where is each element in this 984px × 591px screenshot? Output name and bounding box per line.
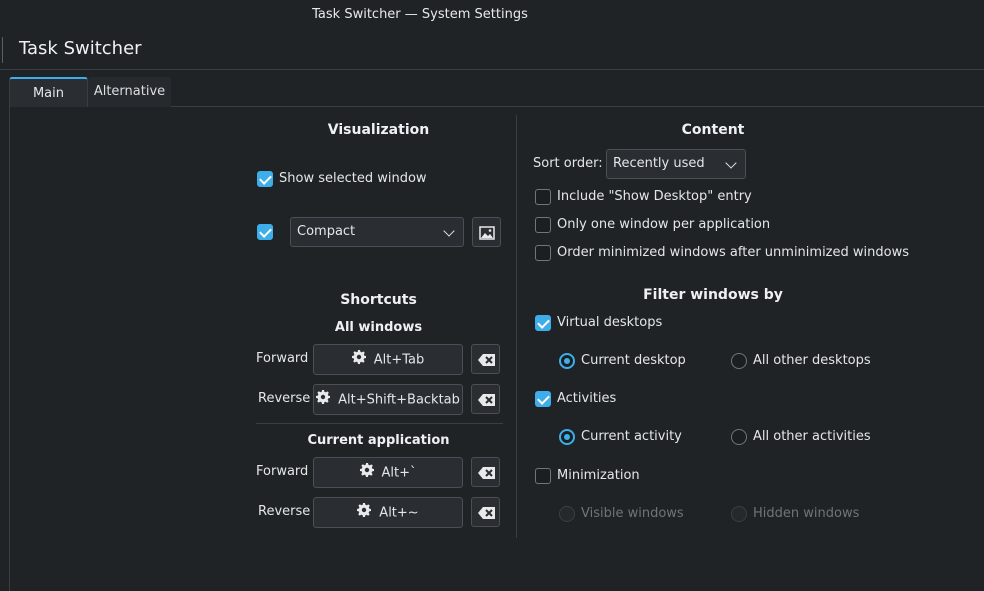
sort-order-combobox[interactable]: Recently used xyxy=(606,149,746,179)
hidden-windows-radio[interactable] xyxy=(731,506,747,522)
current-app-forward-key: Alt+` xyxy=(381,465,417,481)
clear-icon xyxy=(478,467,495,479)
activities-label[interactable]: Activities xyxy=(557,391,616,406)
all-windows-reverse-key: Alt+Shift+Backtab xyxy=(338,392,460,408)
current-activity-radio[interactable] xyxy=(559,429,575,445)
include-show-desktop-checkbox[interactable] xyxy=(535,189,551,205)
gear-icon xyxy=(351,350,366,368)
all-other-activities-label[interactable]: All other activities xyxy=(753,429,871,444)
content-heading: Content xyxy=(681,122,745,138)
chevron-down-icon xyxy=(725,157,737,169)
show-selected-window-label[interactable]: Show selected window xyxy=(279,171,427,186)
window-title: Task Switcher — System Settings xyxy=(312,7,528,22)
all-windows-forward-shortcut-button[interactable]: Alt+Tab xyxy=(313,344,463,375)
preview-button[interactable] xyxy=(472,217,501,247)
one-window-per-app-label[interactable]: Only one window per application xyxy=(557,217,770,232)
all-windows-reverse-shortcut-button[interactable]: Alt+Shift+Backtab xyxy=(313,384,463,415)
all-windows-reverse-label: Reverse xyxy=(258,391,311,406)
all-windows-forward-key: Alt+Tab xyxy=(373,352,425,368)
gear-icon xyxy=(357,503,372,521)
visible-windows-radio[interactable] xyxy=(559,506,575,522)
virtual-desktops-label[interactable]: Virtual desktops xyxy=(557,315,662,330)
tab-alternative[interactable]: Alternative xyxy=(88,77,171,107)
hidden-windows-label[interactable]: Hidden windows xyxy=(753,506,859,521)
current-desktop-label[interactable]: Current desktop xyxy=(581,353,686,368)
clear-icon xyxy=(478,507,495,519)
page-title: Task Switcher xyxy=(19,38,142,59)
current-app-reverse-clear-button[interactable] xyxy=(471,497,500,527)
order-minimized-checkbox[interactable] xyxy=(535,245,551,261)
minimization-label[interactable]: Minimization xyxy=(557,468,640,483)
column-divider xyxy=(516,115,517,538)
show-selected-window-checkbox[interactable] xyxy=(257,171,273,187)
include-show-desktop-label[interactable]: Include "Show Desktop" entry xyxy=(557,189,752,204)
clear-icon xyxy=(478,354,495,366)
current-app-reverse-key: Alt+~ xyxy=(379,505,419,521)
order-minimized-label[interactable]: Order minimized windows after unminimize… xyxy=(557,245,909,260)
current-app-forward-shortcut-button[interactable]: Alt+` xyxy=(313,457,463,488)
all-other-desktops-label[interactable]: All other desktops xyxy=(753,353,871,368)
chevron-down-icon xyxy=(443,225,455,237)
current-app-reverse-label: Reverse xyxy=(258,504,311,519)
all-other-activities-radio[interactable] xyxy=(731,429,747,445)
all-other-desktops-radio[interactable] xyxy=(731,353,747,369)
virtual-desktops-checkbox[interactable] xyxy=(535,315,551,331)
filter-heading: Filter windows by xyxy=(643,287,783,303)
page-header xyxy=(0,30,984,70)
activities-checkbox[interactable] xyxy=(535,391,551,407)
clear-icon xyxy=(478,394,495,406)
sort-order-label: Sort order: xyxy=(533,156,603,171)
visible-windows-label[interactable]: Visible windows xyxy=(581,506,684,521)
header-divider xyxy=(2,37,3,63)
gear-icon xyxy=(359,463,374,481)
all-windows-reverse-clear-button[interactable] xyxy=(471,384,500,414)
shortcuts-heading: Shortcuts xyxy=(340,292,417,308)
layout-combobox[interactable]: Compact xyxy=(290,217,464,247)
all-windows-forward-label: Forward xyxy=(256,351,309,366)
image-icon xyxy=(479,226,495,240)
all-windows-heading: All windows xyxy=(334,320,423,335)
current-application-heading: Current application xyxy=(307,433,450,448)
visualization-heading: Visualization xyxy=(327,122,430,138)
current-app-forward-clear-button[interactable] xyxy=(471,457,500,487)
layout-enabled-checkbox[interactable] xyxy=(257,224,273,240)
gear-icon xyxy=(316,390,331,408)
one-window-per-app-checkbox[interactable] xyxy=(535,217,551,233)
shortcuts-divider xyxy=(256,423,503,424)
current-activity-label[interactable]: Current activity xyxy=(581,429,682,444)
tab-main[interactable]: Main xyxy=(9,77,88,107)
current-app-reverse-shortcut-button[interactable]: Alt+~ xyxy=(313,497,463,528)
all-windows-forward-clear-button[interactable] xyxy=(471,344,500,374)
current-app-forward-label: Forward xyxy=(256,464,309,479)
layout-combobox-value: Compact xyxy=(297,224,356,239)
current-desktop-radio[interactable] xyxy=(559,353,575,369)
sort-order-value: Recently used xyxy=(613,156,705,171)
minimization-checkbox[interactable] xyxy=(535,468,551,484)
